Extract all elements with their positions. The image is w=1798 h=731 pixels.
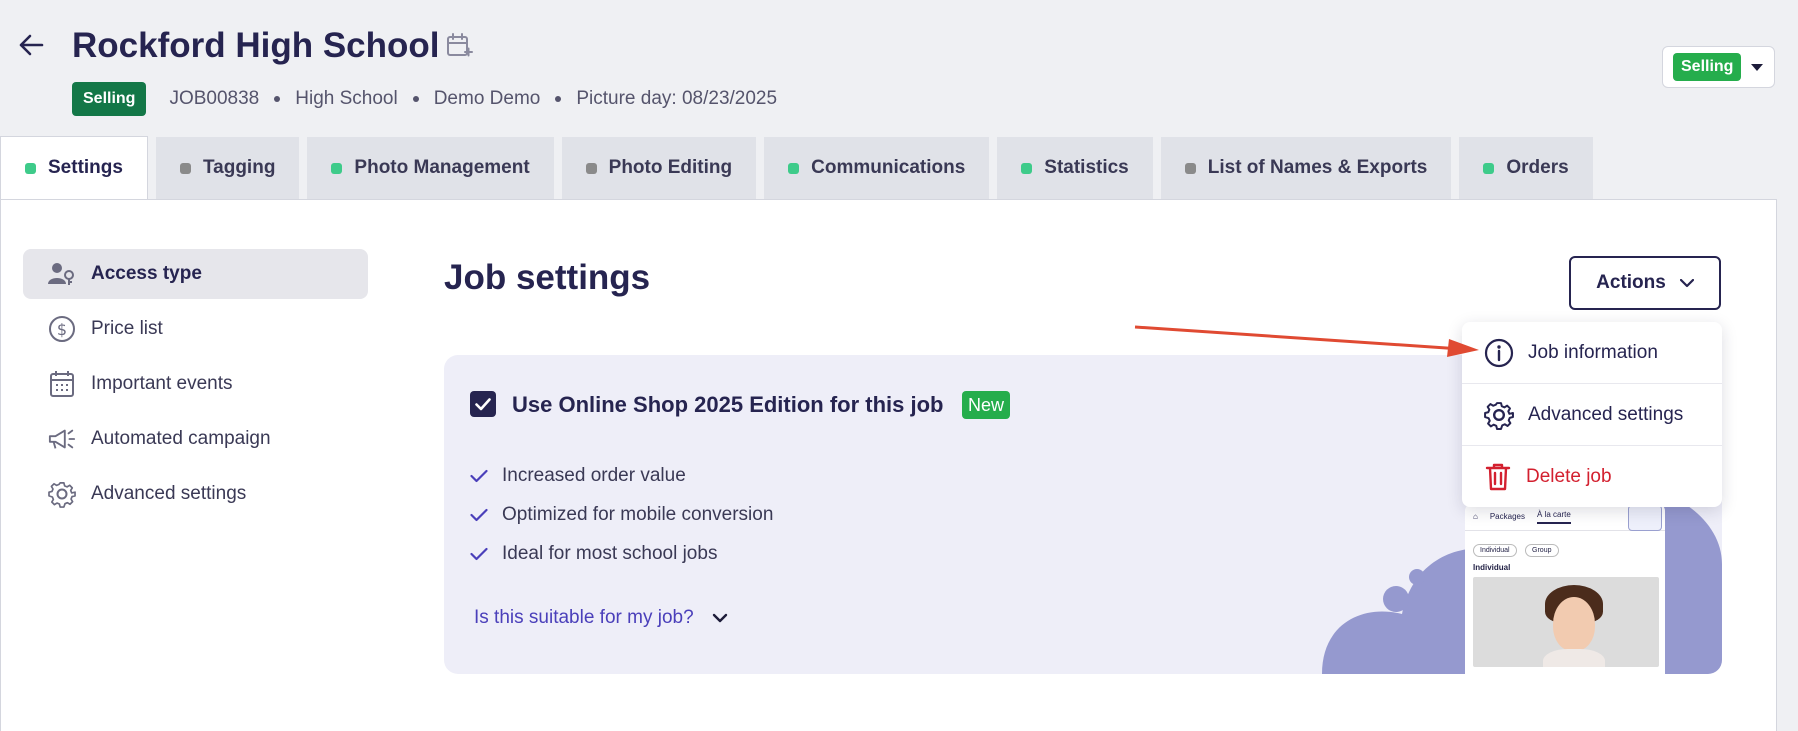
benefit-item: Ideal for most school jobs: [470, 541, 717, 567]
gear-icon: [48, 480, 76, 508]
tab-photo-editing[interactable]: Photo Editing: [561, 137, 757, 199]
caret-down-icon: [1751, 63, 1764, 71]
sidebar-item-access-type[interactable]: Access type: [23, 249, 368, 299]
trash-icon: [1485, 463, 1511, 491]
calendar-icon: [48, 370, 76, 398]
photo-body: [1543, 649, 1605, 667]
check-icon: [475, 397, 491, 410]
preview-section-label: Individual: [1473, 563, 1511, 572]
separator-dot: [412, 96, 419, 102]
shop-preview-image: ⌂ Packages À la carte Individual Group I…: [1465, 503, 1665, 674]
tab-tagging[interactable]: Tagging: [155, 137, 300, 199]
menu-item-job-information[interactable]: Job information: [1462, 322, 1722, 384]
actions-button[interactable]: Actions: [1569, 256, 1721, 310]
tab-status-dot: [25, 162, 36, 174]
info-circle-icon: [1484, 338, 1514, 367]
tab-communications[interactable]: Communications: [764, 137, 990, 199]
section-title: Job settings: [444, 258, 651, 297]
svg-text:$: $: [57, 320, 67, 339]
back-arrow-icon[interactable]: [16, 30, 46, 60]
chevron-down-icon: [1679, 278, 1694, 287]
status-badge: Selling: [72, 82, 147, 116]
cart-icon: [1628, 505, 1662, 531]
gear-icon: [1484, 401, 1514, 430]
dollar-circle-icon: $: [48, 315, 76, 343]
tab-orders[interactable]: Orders: [1459, 137, 1593, 199]
tab-statistics[interactable]: Statistics: [997, 137, 1153, 199]
job-id: JOB00838: [169, 88, 260, 109]
tab-bar: Settings Tagging Photo Management Photo …: [0, 136, 1601, 199]
check-icon: [470, 469, 488, 483]
status-dropdown-value: Selling: [1673, 53, 1742, 81]
preview-photo: [1473, 577, 1659, 667]
online-shop-checkbox[interactable]: [470, 391, 496, 417]
annotation-arrow: [1134, 325, 1479, 357]
job-owner: Demo Demo: [433, 88, 541, 109]
home-icon: ⌂: [1473, 512, 1478, 521]
tab-status-dot: [1184, 162, 1196, 174]
card-title: Use Online Shop 2025 Edition for this jo…: [512, 392, 944, 417]
preview-chips: Individual Group: [1465, 531, 1665, 563]
chevron-down-icon: [712, 613, 727, 623]
check-icon: [470, 508, 488, 522]
photo-face: [1553, 597, 1595, 651]
tab-status-dot: [1483, 162, 1495, 174]
separator-dot: [274, 96, 281, 102]
sidebar-item-price-list[interactable]: $ Price list: [23, 304, 368, 354]
picture-day: Picture day: 08/23/2025: [576, 88, 778, 109]
tab-status-dot: [1021, 162, 1033, 174]
megaphone-icon: [48, 425, 76, 453]
menu-item-delete-job[interactable]: Delete job: [1462, 446, 1722, 508]
calendar-add-icon[interactable]: [445, 32, 473, 60]
page-title: Rockford High School: [72, 26, 440, 65]
benefit-item: Increased order value: [470, 463, 686, 489]
settings-sidebar: Access type $ Price list Important event…: [23, 249, 368, 524]
tab-photo-management[interactable]: Photo Management: [307, 137, 554, 199]
tab-status-dot: [585, 162, 597, 174]
check-icon: [470, 547, 488, 561]
job-type: High School: [295, 88, 398, 109]
sidebar-item-automated-campaign[interactable]: Automated campaign: [23, 414, 368, 464]
benefit-item: Optimized for mobile conversion: [470, 502, 773, 528]
suitable-link[interactable]: Is this suitable for my job?: [474, 607, 728, 629]
actions-menu: Job information Advanced settings Delete…: [1462, 322, 1722, 507]
job-meta: Selling JOB00838 High School Demo Demo P…: [72, 82, 777, 116]
tab-status-dot: [331, 162, 343, 174]
user-key-icon: [48, 260, 76, 288]
separator-dot: [555, 96, 562, 102]
tab-status-dot: [788, 162, 800, 174]
menu-item-advanced-settings[interactable]: Advanced settings: [1462, 384, 1722, 446]
tab-status-dot: [179, 162, 191, 174]
new-badge: New: [962, 391, 1011, 419]
tab-settings[interactable]: Settings: [0, 136, 148, 199]
sidebar-item-important-events[interactable]: Important events: [23, 359, 368, 409]
sidebar-item-advanced-settings[interactable]: Advanced settings: [23, 469, 368, 519]
tab-list-of-names-exports[interactable]: List of Names & Exports: [1160, 137, 1452, 199]
status-dropdown[interactable]: Selling: [1662, 46, 1775, 88]
